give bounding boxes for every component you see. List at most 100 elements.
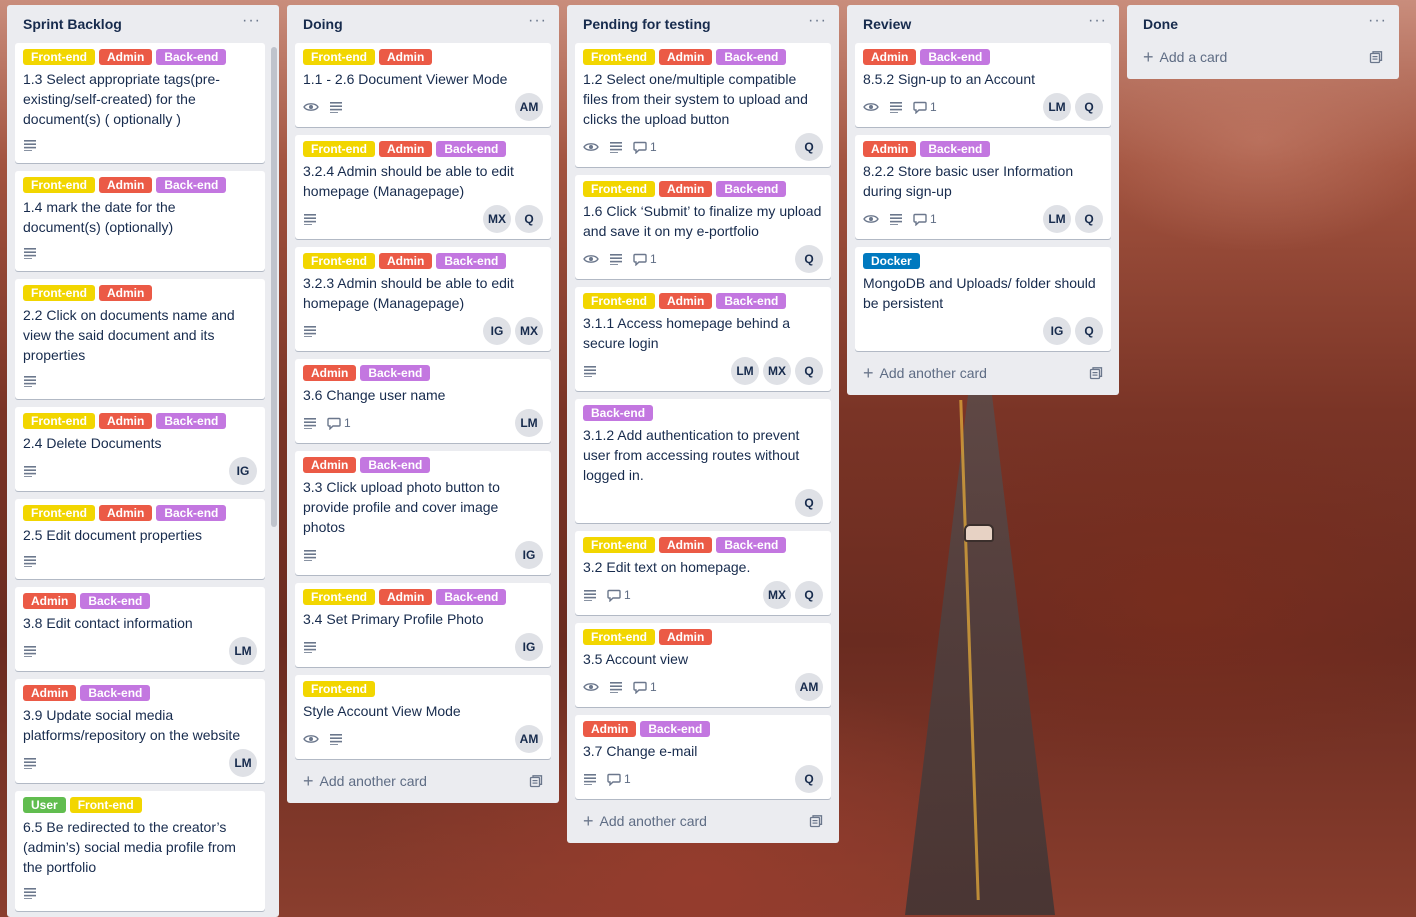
avatar[interactable]: LM xyxy=(731,357,759,385)
avatar[interactable]: MX xyxy=(763,581,791,609)
avatar[interactable]: Q xyxy=(1075,205,1103,233)
card[interactable]: Admin Back-end 3.9 Update social media pla… xyxy=(15,679,265,783)
list-title[interactable]: Review xyxy=(863,16,911,32)
label-admin[interactable]: Admin xyxy=(23,593,77,609)
scrollbar[interactable] xyxy=(271,47,277,527)
label-front-end[interactable]: Front-end xyxy=(23,49,95,65)
card[interactable]: Admin Back-end 8.2.2 Store basic user Info… xyxy=(855,135,1111,239)
label-front-end[interactable]: Front-end xyxy=(303,681,375,697)
label-admin[interactable]: Admin xyxy=(99,505,153,521)
card[interactable]: Front-end Admin Back-end 1.6 Click ‘Submit’… xyxy=(575,175,831,279)
card[interactable]: Front-end Admin Back-end 1.2 Select one/mul… xyxy=(575,43,831,167)
card[interactable]: Admin Back-end 3.7 Change e-mail 1 Q xyxy=(575,715,831,799)
label-back-end[interactable]: Back-end xyxy=(716,49,787,65)
list-title[interactable]: Doing xyxy=(303,16,343,32)
ellipsis-icon[interactable]: ··· xyxy=(528,13,547,35)
avatar[interactable]: IG xyxy=(483,317,511,345)
label-front-end[interactable]: Front-end xyxy=(23,285,95,301)
label-back-end[interactable]: Back-end xyxy=(80,593,151,609)
label-admin[interactable]: Admin xyxy=(303,365,357,381)
card[interactable]: Front-end Admin 3.5 Account view 1 AM xyxy=(575,623,831,707)
add-card-button[interactable]: + Add another card xyxy=(855,359,1111,387)
avatar[interactable]: MX xyxy=(515,317,543,345)
card[interactable]: Admin Back-end 3.8 Edit contact informatio… xyxy=(15,587,265,671)
avatar[interactable]: Q xyxy=(795,765,823,793)
label-admin[interactable]: Admin xyxy=(863,49,917,65)
template-icon[interactable] xyxy=(1369,50,1383,64)
avatar[interactable]: LM xyxy=(515,409,543,437)
label-admin[interactable]: Admin xyxy=(379,141,433,157)
label-admin[interactable]: Admin xyxy=(659,49,713,65)
avatar[interactable]: LM xyxy=(1043,93,1071,121)
label-admin[interactable]: Admin xyxy=(583,721,637,737)
label-back-end[interactable]: Back-end xyxy=(360,457,431,473)
list-title[interactable]: Sprint Backlog xyxy=(23,16,122,32)
avatar[interactable]: AM xyxy=(515,725,543,753)
avatar[interactable]: MX xyxy=(483,205,511,233)
avatar[interactable]: LM xyxy=(229,749,257,777)
template-icon[interactable] xyxy=(809,814,823,828)
label-front-end[interactable]: Front-end xyxy=(583,537,655,553)
card[interactable]: Front-end Admin 2.2 Click on documents nam… xyxy=(15,279,265,399)
label-admin[interactable]: Admin xyxy=(659,629,713,645)
avatar[interactable]: Q xyxy=(795,489,823,517)
label-admin[interactable]: Admin xyxy=(379,589,433,605)
add-card-button[interactable]: + Add a card xyxy=(1135,43,1391,71)
label-back-end[interactable]: Back-end xyxy=(716,293,787,309)
label-front-end[interactable]: Front-end xyxy=(303,49,375,65)
label-admin[interactable]: Admin xyxy=(99,413,153,429)
avatar[interactable]: AM xyxy=(795,673,823,701)
label-admin[interactable]: Admin xyxy=(659,537,713,553)
avatar[interactable]: Q xyxy=(795,133,823,161)
avatar[interactable]: Q xyxy=(515,205,543,233)
label-user[interactable]: User xyxy=(23,797,66,813)
label-docker[interactable]: Docker xyxy=(863,253,920,269)
ellipsis-icon[interactable]: ··· xyxy=(1088,13,1107,35)
avatar[interactable]: IG xyxy=(515,541,543,569)
label-admin[interactable]: Admin xyxy=(99,177,153,193)
card[interactable]: Front-end Admin Back-end 2.4 Delete Documen… xyxy=(15,407,265,491)
label-back-end[interactable]: Back-end xyxy=(156,49,227,65)
list-title[interactable]: Pending for testing xyxy=(583,16,711,32)
card[interactable]: Back-end 3.1.2 Add authentication to prev… xyxy=(575,399,831,523)
avatar[interactable]: MX xyxy=(763,357,791,385)
card[interactable]: Admin Back-end 3.3 Click upload photo butt… xyxy=(295,451,551,575)
template-icon[interactable] xyxy=(1089,366,1103,380)
label-back-end[interactable]: Back-end xyxy=(360,365,431,381)
avatar[interactable]: Q xyxy=(795,581,823,609)
label-front-end[interactable]: Front-end xyxy=(23,177,95,193)
label-front-end[interactable]: Front-end xyxy=(583,293,655,309)
label-admin[interactable]: Admin xyxy=(659,181,713,197)
card[interactable]: Front-end Style Account View Mode AM xyxy=(295,675,551,759)
add-card-button[interactable]: + Add another card xyxy=(575,807,831,835)
avatar[interactable]: Q xyxy=(795,245,823,273)
ellipsis-icon[interactable]: ··· xyxy=(242,13,261,35)
avatar[interactable]: AM xyxy=(515,93,543,121)
label-back-end[interactable]: Back-end xyxy=(920,141,991,157)
card[interactable]: Front-end Admin Back-end 1.4 mark the date … xyxy=(15,171,265,271)
avatar[interactable]: Q xyxy=(1075,317,1103,345)
card[interactable]: Front-end Admin Back-end 2.5 Edit document … xyxy=(15,499,265,579)
avatar[interactable]: LM xyxy=(229,637,257,665)
label-back-end[interactable]: Back-end xyxy=(156,413,227,429)
label-back-end[interactable]: Back-end xyxy=(436,253,507,269)
label-front-end[interactable]: Front-end xyxy=(23,505,95,521)
label-back-end[interactable]: Back-end xyxy=(583,405,654,421)
label-admin[interactable]: Admin xyxy=(659,293,713,309)
label-back-end[interactable]: Back-end xyxy=(640,721,711,737)
avatar[interactable]: IG xyxy=(515,633,543,661)
label-admin[interactable]: Admin xyxy=(23,685,77,701)
label-admin[interactable]: Admin xyxy=(379,253,433,269)
label-admin[interactable]: Admin xyxy=(379,49,433,65)
label-back-end[interactable]: Back-end xyxy=(436,589,507,605)
label-back-end[interactable]: Back-end xyxy=(156,505,227,521)
card[interactable]: Front-end Admin Back-end 3.2 Edit text on h… xyxy=(575,531,831,615)
label-front-end[interactable]: Front-end xyxy=(23,413,95,429)
card[interactable]: Docker MongoDB and Uploads/ folder should… xyxy=(855,247,1111,351)
avatar[interactable]: Q xyxy=(795,357,823,385)
card[interactable]: Front-end Admin Back-end 3.2.4 Admin should… xyxy=(295,135,551,239)
label-front-end[interactable]: Front-end xyxy=(303,589,375,605)
template-icon[interactable] xyxy=(529,774,543,788)
label-admin[interactable]: Admin xyxy=(303,457,357,473)
card[interactable]: Front-end Admin Back-end 3.1.1 Access homep… xyxy=(575,287,831,391)
